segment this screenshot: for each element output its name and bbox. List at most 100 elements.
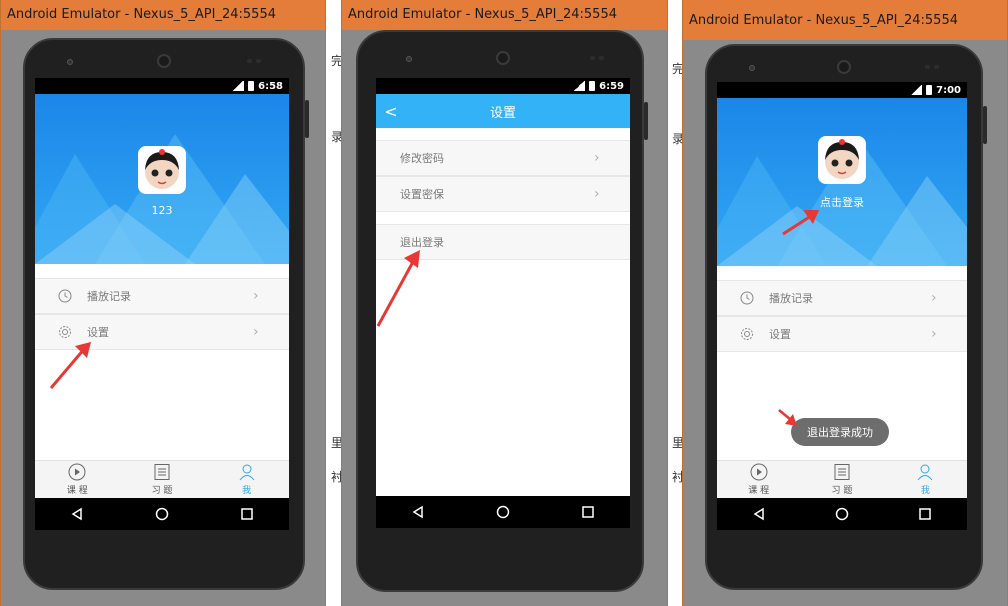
front-camera: [749, 65, 755, 71]
signal-icon: [910, 85, 923, 95]
clock-icon: [739, 290, 755, 306]
clock: 6:59: [599, 80, 624, 92]
avatar[interactable]: [138, 146, 186, 194]
emulator-window-1: Android Emulator - Nexus_5_API_24:5554 6…: [0, 0, 326, 606]
power-button[interactable]: [305, 100, 309, 138]
tab-courses[interactable]: 课 程: [35, 461, 120, 498]
tab-me[interactable]: 我: [884, 461, 967, 498]
clock: 7:00: [936, 84, 961, 96]
emulator-title: Android Emulator - Nexus_5_API_24:5554: [342, 0, 667, 30]
chevron-right-icon: ›: [253, 288, 259, 304]
gear-icon: [57, 324, 73, 340]
emulator-window-3: Android Emulator - Nexus_5_API_24:5554 7…: [682, 0, 1008, 606]
tab-exercises-label: 习 题: [831, 486, 853, 496]
username: 123: [151, 204, 173, 217]
front-camera: [406, 56, 412, 62]
back-nav-icon[interactable]: [752, 507, 766, 521]
system-nav-bar: [717, 498, 967, 530]
tab-courses-label: 课 程: [66, 486, 88, 496]
signal-icon: [573, 81, 586, 91]
chevron-right-icon: ›: [594, 150, 600, 166]
tab-exercises-label: 习 题: [151, 486, 173, 496]
sensors: [247, 59, 265, 63]
chevron-right-icon: ›: [931, 326, 937, 342]
emulator-title: Android Emulator - Nexus_5_API_24:5554: [683, 0, 1007, 40]
tab-courses-label: 课 程: [748, 486, 770, 496]
play-circle-icon: [68, 463, 86, 481]
back-nav-icon[interactable]: [70, 507, 84, 521]
phone-frame: 6:59 < 设置 修改密码 › 设置密保 › 退出登录: [356, 30, 648, 592]
list-icon: [834, 464, 850, 480]
settings-item-security-question[interactable]: 设置密保 ›: [376, 176, 630, 212]
settings-item-label: 设置密保: [400, 188, 444, 201]
home-nav-icon[interactable]: [155, 507, 169, 521]
menu-item-history-label: 播放记录: [87, 290, 131, 303]
battery-icon: [589, 81, 596, 91]
tab-courses[interactable]: 课 程: [717, 461, 800, 498]
system-nav-bar: [376, 496, 630, 528]
settings-toolbar: < 设置: [376, 94, 630, 128]
login-prompt[interactable]: 点击登录: [717, 194, 967, 210]
profile-header: 点击登录: [717, 98, 967, 266]
play-circle-icon: [750, 463, 768, 481]
settings-item-change-password[interactable]: 修改密码 ›: [376, 140, 630, 176]
recents-nav-icon[interactable]: [581, 505, 595, 519]
bottom-tab-bar: 课 程 习 题 我: [35, 460, 289, 498]
tab-me-label: 我: [242, 486, 252, 496]
system-nav-bar: [35, 498, 289, 530]
recents-nav-icon[interactable]: [240, 507, 254, 521]
tab-exercises[interactable]: 习 题: [120, 461, 205, 498]
screen: 6:59 < 设置 修改密码 › 设置密保 › 退出登录: [376, 78, 630, 528]
menu-item-history-label: 播放记录: [769, 292, 813, 305]
toast-message: 退出登录成功: [791, 418, 889, 446]
back-nav-icon[interactable]: [411, 505, 425, 519]
menu-item-settings[interactable]: 设置 ›: [35, 314, 289, 350]
home-nav-icon[interactable]: [835, 507, 849, 521]
profile-header: 123: [35, 94, 289, 264]
avatar[interactable]: [818, 136, 866, 184]
power-button[interactable]: [644, 102, 648, 140]
chevron-right-icon: ›: [253, 324, 259, 340]
bottom-tab-bar: 课 程 习 题 我: [717, 460, 967, 498]
sensors: [590, 56, 608, 60]
signal-icon: [232, 81, 245, 91]
recents-nav-icon[interactable]: [918, 507, 932, 521]
person-icon: [917, 464, 933, 481]
earpiece: [837, 60, 851, 74]
menu-item-settings-label: 设置: [769, 328, 791, 341]
clock: 6:58: [258, 80, 283, 92]
sensors: [925, 65, 943, 69]
menu-item-settings[interactable]: 设置 ›: [717, 316, 967, 352]
list-icon: [154, 464, 170, 480]
settings-item-label: 修改密码: [400, 152, 444, 165]
tab-me[interactable]: 我: [204, 461, 289, 498]
person-icon: [239, 464, 255, 481]
phone-frame: 6:58 123 播放记录 › 设置 › 课 程 习 题 我: [23, 38, 309, 590]
tab-me-label: 我: [920, 486, 930, 496]
clock-icon: [57, 288, 73, 304]
emulator-title: Android Emulator - Nexus_5_API_24:5554: [1, 0, 325, 30]
earpiece: [157, 54, 171, 68]
home-nav-icon[interactable]: [496, 505, 510, 519]
front-camera: [67, 59, 73, 65]
menu-item-history[interactable]: 播放记录 ›: [35, 278, 289, 314]
menu-item-settings-label: 设置: [87, 326, 109, 339]
status-bar: 6:58: [35, 78, 289, 94]
tab-exercises[interactable]: 习 题: [800, 461, 883, 498]
settings-item-label: 退出登录: [400, 236, 444, 249]
earpiece: [496, 51, 510, 65]
stage: 完 录 里 衬 完 录 里 衬 Android Emulator - Nexus…: [0, 0, 1008, 606]
chevron-right-icon: ›: [931, 290, 937, 306]
power-button[interactable]: [983, 106, 987, 144]
page-title: 设置: [489, 105, 516, 121]
chevron-right-icon: ›: [594, 186, 600, 202]
back-icon[interactable]: <: [376, 102, 406, 121]
screen: 6:58 123 播放记录 › 设置 › 课 程 习 题 我: [35, 78, 289, 530]
phone-frame: 7:00 点击登录 播放记录 › 设置 › 退出登录成功 课 程 习 题 我: [705, 44, 987, 590]
menu-item-history[interactable]: 播放记录 ›: [717, 280, 967, 316]
battery-icon: [248, 81, 255, 91]
battery-icon: [926, 85, 933, 95]
status-bar: 6:59: [376, 78, 630, 94]
settings-item-logout[interactable]: 退出登录: [376, 224, 630, 260]
gear-icon: [739, 326, 755, 342]
